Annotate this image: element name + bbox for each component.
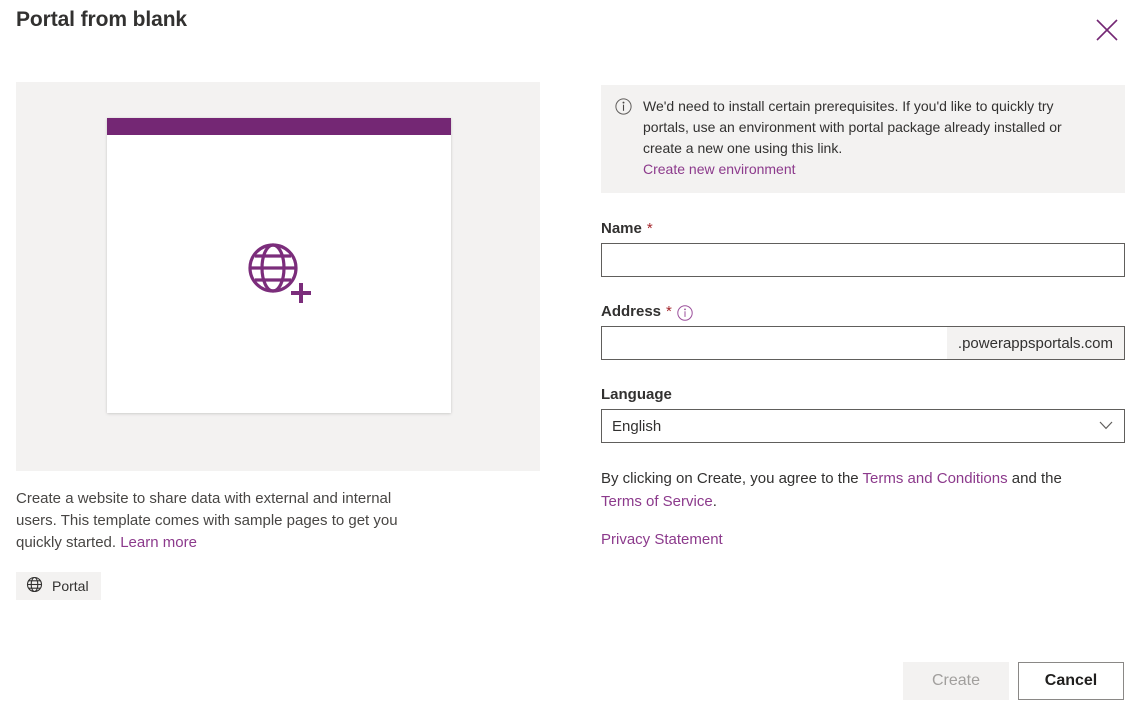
language-label-text: Language [601, 386, 672, 403]
globe-plus-icon [243, 238, 315, 310]
prerequisites-info-box: We'd need to install certain prerequisit… [601, 85, 1125, 193]
address-field-group: Address * .powerappsportals.com [601, 303, 1125, 360]
template-tag-portal: Portal [16, 572, 101, 600]
template-description: Create a website to share data with exte… [16, 488, 436, 554]
address-required-marker: * [666, 303, 672, 320]
language-label: Language [601, 386, 1125, 403]
address-label-text: Address [601, 303, 662, 320]
page-title: Portal from blank [16, 8, 187, 31]
preview-image-container [16, 82, 540, 471]
name-label-text: Name [601, 220, 642, 237]
privacy-statement-row: Privacy Statement [601, 529, 1125, 551]
address-info-icon[interactable] [677, 304, 693, 321]
info-circle-icon [615, 98, 632, 180]
prerequisites-info-text: We'd need to install certain prerequisit… [643, 96, 1098, 180]
dialog-footer: Create Cancel [903, 662, 1124, 700]
privacy-statement-link[interactable]: Privacy Statement [601, 531, 723, 548]
portal-form-panel: We'd need to install certain prerequisit… [601, 85, 1125, 551]
globe-icon [26, 576, 43, 596]
template-tag-label: Portal [52, 578, 89, 594]
language-selected-value: English [612, 417, 662, 435]
language-field-group: Language English [601, 386, 1125, 443]
address-label: Address * [601, 303, 1125, 321]
create-new-environment-link[interactable]: Create new environment [643, 159, 1098, 180]
terms-and-conditions-link[interactable]: Terms and Conditions [863, 470, 1008, 487]
close-icon [1094, 17, 1120, 43]
language-select[interactable]: English [601, 409, 1125, 443]
chevron-down-icon [1099, 417, 1113, 435]
learn-more-link[interactable]: Learn more [120, 534, 197, 551]
address-input[interactable] [602, 327, 947, 359]
preview-card-body [107, 135, 451, 413]
cancel-button[interactable]: Cancel [1018, 662, 1124, 700]
terms-suffix: . [712, 493, 717, 510]
close-button[interactable] [1089, 12, 1125, 48]
terms-agreement-text: By clicking on Create, you agree to the … [601, 467, 1101, 513]
name-label: Name * [601, 220, 1125, 237]
preview-card-top-bar [107, 118, 451, 135]
terms-of-service-link[interactable]: Terms of Service [601, 493, 713, 510]
name-field-group: Name * [601, 220, 1125, 277]
preview-card [107, 118, 451, 413]
terms-prefix: By clicking on Create, you agree to the [601, 470, 863, 487]
create-button[interactable]: Create [903, 662, 1009, 700]
terms-middle: and the [1007, 470, 1062, 487]
address-input-wrapper: .powerappsportals.com [601, 326, 1125, 360]
name-input[interactable] [601, 243, 1125, 277]
template-description-text: Create a website to share data with exte… [16, 490, 398, 551]
prerequisites-message: We'd need to install certain prerequisit… [643, 98, 1062, 156]
template-preview-panel: Create a website to share data with exte… [16, 82, 540, 600]
address-domain-suffix: .powerappsportals.com [946, 327, 1124, 359]
name-required-marker: * [646, 220, 653, 237]
portal-from-blank-dialog: Portal from blank Create a website to sh… [0, 0, 1141, 714]
